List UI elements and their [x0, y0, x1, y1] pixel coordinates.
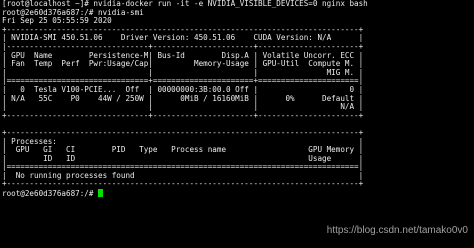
smi-version-row: | NVIDIA-SMI 450.51.06 Driver Version: 4… — [2, 34, 364, 43]
smi-gpu-row-3: | | | N/A | — [2, 103, 364, 112]
processes-header-row-1: | GPU GI CI PID Type Process name GPU Me… — [2, 146, 364, 155]
terminal-window[interactable]: [root@localhost ~]# nvidia-docker run -i… — [0, 0, 474, 248]
processes-table-top-border: +---------------------------------------… — [2, 128, 364, 137]
terminal-prompt: root@2e60d376a687:/# — [2, 189, 99, 198]
smi-header-separator: |===============================+=======… — [2, 77, 364, 86]
terminal-line-command-docker: [root@localhost ~]# nvidia-docker run -i… — [2, 0, 368, 8]
terminal-cursor — [98, 189, 104, 198]
smi-header-row-1: | GPU Name Persistence-M| Bus-Id Disp.A … — [2, 51, 364, 60]
smi-table-bottom-border: +-------------------------------+-------… — [2, 111, 364, 120]
smi-table-divider: |-------------------------------+-------… — [2, 42, 364, 51]
processes-empty-row: | No running processes found | — [2, 171, 364, 180]
processes-header-separator: |=======================================… — [2, 163, 364, 172]
smi-gpu-row-2: | N/A 55C P0 44W / 250W | 0MiB / 16160Mi… — [2, 94, 364, 103]
watermark-url: https://blog.csdn.net/tamako0v0 — [326, 225, 468, 236]
smi-header-row-3: | | | MIG M. | — [2, 68, 364, 77]
processes-table-bottom-border: +---------------------------------------… — [2, 180, 364, 189]
processes-title-row: | Processes: | — [2, 137, 364, 146]
smi-header-row-2: | Fan Temp Perf Pwr:Usage/Cap| Memory-Us… — [2, 60, 364, 69]
terminal-line-command-nvidia-smi: root@2e60d376a687:/# nvidia-smi — [2, 8, 144, 17]
terminal-prompt-line[interactable]: root@2e60d376a687:/# — [2, 189, 474, 198]
processes-header-row-2: | ID ID Usage | — [2, 154, 364, 163]
smi-gpu-row-1: | 0 Tesla V100-PCIE... Off | 00000000:3B… — [2, 85, 364, 94]
smi-table-top-border: +---------------------------------------… — [2, 25, 364, 34]
terminal-line-timestamp: Fri Sep 25 05:55:59 2020 — [2, 17, 112, 26]
